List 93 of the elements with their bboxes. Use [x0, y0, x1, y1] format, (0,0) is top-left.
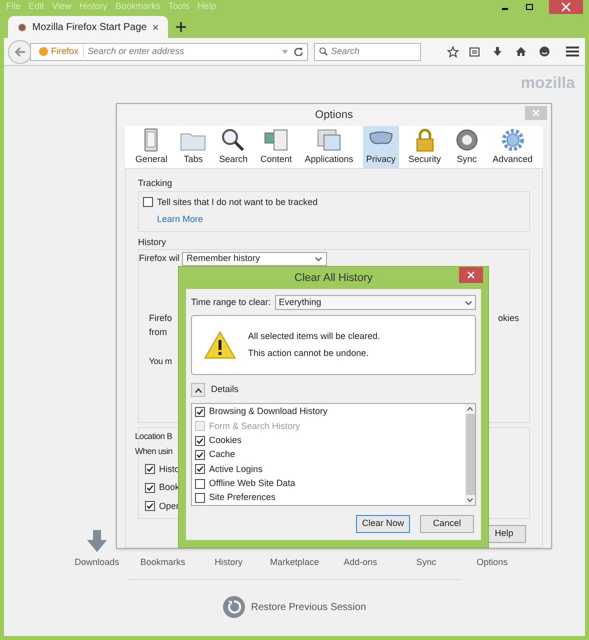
magnifier-icon — [220, 126, 246, 152]
launcher-item[interactable]: Options — [476, 556, 508, 569]
options-tab[interactable]: Sync — [450, 126, 483, 168]
checkbox-label: Book — [159, 481, 180, 494]
star-icon[interactable] — [447, 46, 459, 58]
smiley-icon[interactable] — [539, 46, 550, 57]
options-tab[interactable]: General — [132, 126, 170, 168]
window-title: Options — [315, 108, 353, 123]
menu-icon[interactable] — [566, 46, 579, 57]
sync-icon — [454, 126, 480, 152]
options-tab[interactable]: Search — [216, 126, 251, 168]
window-title: Clear All History — [294, 270, 373, 286]
back-button[interactable] — [8, 40, 32, 64]
tab-title: Mozilla Firefox Start Page — [32, 20, 147, 34]
warning-text: All selected items will be cleared. — [248, 330, 380, 342]
details-toggle[interactable] — [191, 383, 205, 397]
launcher-item[interactable]: Add-ons — [344, 556, 378, 569]
text-fragment: okies — [498, 312, 519, 325]
options-tab[interactable]: Tabs — [177, 126, 210, 168]
checkbox-label: Tell sites that I do not want to be tracked — [157, 196, 318, 208]
options-tab[interactable]: Advanced — [490, 126, 536, 168]
restore-icon[interactable] — [222, 596, 245, 618]
download-icon[interactable] — [492, 46, 503, 57]
learn-more-link[interactable]: Learn More — [157, 213, 525, 226]
launcher-item[interactable]: Bookmarks — [140, 556, 186, 569]
caret-icon — [194, 388, 202, 392]
site-identity: Firefox — [51, 44, 84, 58]
group-title: Tracking — [138, 177, 174, 190]
media-icon — [263, 126, 290, 152]
checkbox[interactable] — [143, 197, 153, 208]
checkbox-label: Cache — [209, 448, 236, 462]
warning-icon — [204, 331, 236, 359]
text-fragment: Firefo — [149, 312, 172, 325]
plus-icon[interactable] — [176, 22, 186, 32]
options-tab[interactable]: Privacy — [363, 126, 399, 168]
time-range-select[interactable]: Everything — [274, 295, 476, 310]
checkbox[interactable] — [145, 464, 155, 474]
close-icon[interactable] — [459, 267, 483, 283]
checkbox-label: Form & Search History — [209, 420, 300, 433]
checkbox-label: Browsing & Download History — [209, 405, 328, 418]
checkbox[interactable] — [195, 492, 205, 503]
clipboard-icon[interactable] — [469, 46, 480, 57]
field-label: Time range to clear: — [191, 296, 271, 309]
close-icon[interactable] — [152, 24, 158, 30]
launcher-item[interactable]: Marketplace — [270, 556, 320, 569]
address-field[interactable]: Firefox Search or enter address — [30, 42, 308, 60]
options-tab[interactable]: Security — [405, 126, 444, 168]
search-input[interactable]: Search — [331, 44, 416, 58]
logo-text: mozilla — [520, 74, 575, 94]
chevron-down-icon — [314, 257, 322, 261]
reload-icon[interactable] — [294, 47, 303, 56]
options-tab[interactable]: Applications — [302, 126, 356, 168]
warning-text: This action cannot be undone. — [248, 347, 370, 360]
checkbox[interactable] — [145, 501, 155, 512]
field-label: When usin — [135, 444, 172, 458]
chevron-down-icon — [465, 300, 472, 304]
dialog-button[interactable]: Clear Now — [356, 515, 410, 533]
home-icon[interactable] — [515, 46, 527, 57]
back-arrow-icon — [14, 46, 26, 56]
address-input[interactable]: Search or enter address — [88, 44, 282, 58]
gear-icon — [500, 126, 526, 152]
checkbox[interactable] — [195, 464, 205, 474]
checkbox[interactable] — [195, 478, 205, 489]
checkbox-label: Offline Web Site Data — [209, 476, 296, 490]
maximize-icon[interactable] — [526, 4, 533, 10]
launcher-item[interactable]: Downloads — [74, 556, 120, 569]
checkbox-label: Site Preferences — [209, 491, 276, 504]
checkbox-label: Oper — [159, 500, 180, 513]
browser-tab[interactable]: Mozilla Firefox Start Page — [8, 16, 168, 38]
history-select[interactable]: Remember history — [182, 252, 327, 266]
scroll-up-icon[interactable] — [467, 407, 473, 411]
scroll-down-icon[interactable] — [467, 498, 473, 502]
checkbox-label: Active Logins — [209, 462, 263, 476]
text-fragment: from — [149, 326, 167, 338]
details-label: Details — [211, 383, 239, 396]
checkbox[interactable] — [195, 450, 205, 460]
restore-session-link[interactable]: Restore Previous Session — [250, 600, 366, 614]
launcher-item[interactable]: History — [214, 556, 243, 569]
close-icon[interactable] — [549, 0, 583, 14]
checkbox[interactable] — [195, 407, 205, 418]
launcher-item[interactable]: Sync — [416, 556, 436, 569]
checkbox[interactable] — [145, 482, 155, 493]
search-icon — [319, 47, 328, 56]
options-tab[interactable]: Content — [257, 126, 295, 168]
group-title: Location B — [135, 430, 172, 443]
dialog-button[interactable]: Cancel — [420, 515, 474, 533]
search-field[interactable]: Search — [314, 42, 421, 60]
text-fragment: You m — [149, 355, 172, 368]
group-title: History — [138, 236, 168, 249]
scrollbar[interactable] — [465, 404, 475, 505]
checkbox[interactable] — [195, 436, 205, 446]
checkbox-label: Cookies — [209, 434, 242, 447]
field-label: Firefox wil — [139, 252, 180, 266]
